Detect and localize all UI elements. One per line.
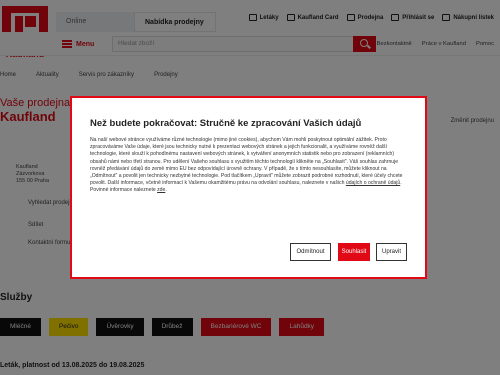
privacy-policy-link[interactable]: údajích o ochraně údajů xyxy=(346,180,400,186)
dialog-body: Na naší webové stránce využíváme různé t… xyxy=(90,137,409,195)
dialog-body-text-end: . xyxy=(165,187,167,194)
cookie-consent-dialog: Než budete pokračovat: Stručně ke zpraco… xyxy=(70,96,427,279)
page: Kaufland Online marketplace Nabídka prod… xyxy=(0,0,500,375)
dialog-body-text: Na naší webové stránce využíváme různé t… xyxy=(90,137,403,187)
reject-button[interactable]: Odmítnout xyxy=(290,243,331,261)
dialog-title: Než budete pokračovat: Stručně ke zpraco… xyxy=(90,118,362,129)
accept-button[interactable]: Souhlasit xyxy=(338,243,370,261)
adjust-button[interactable]: Upravit xyxy=(376,243,407,261)
